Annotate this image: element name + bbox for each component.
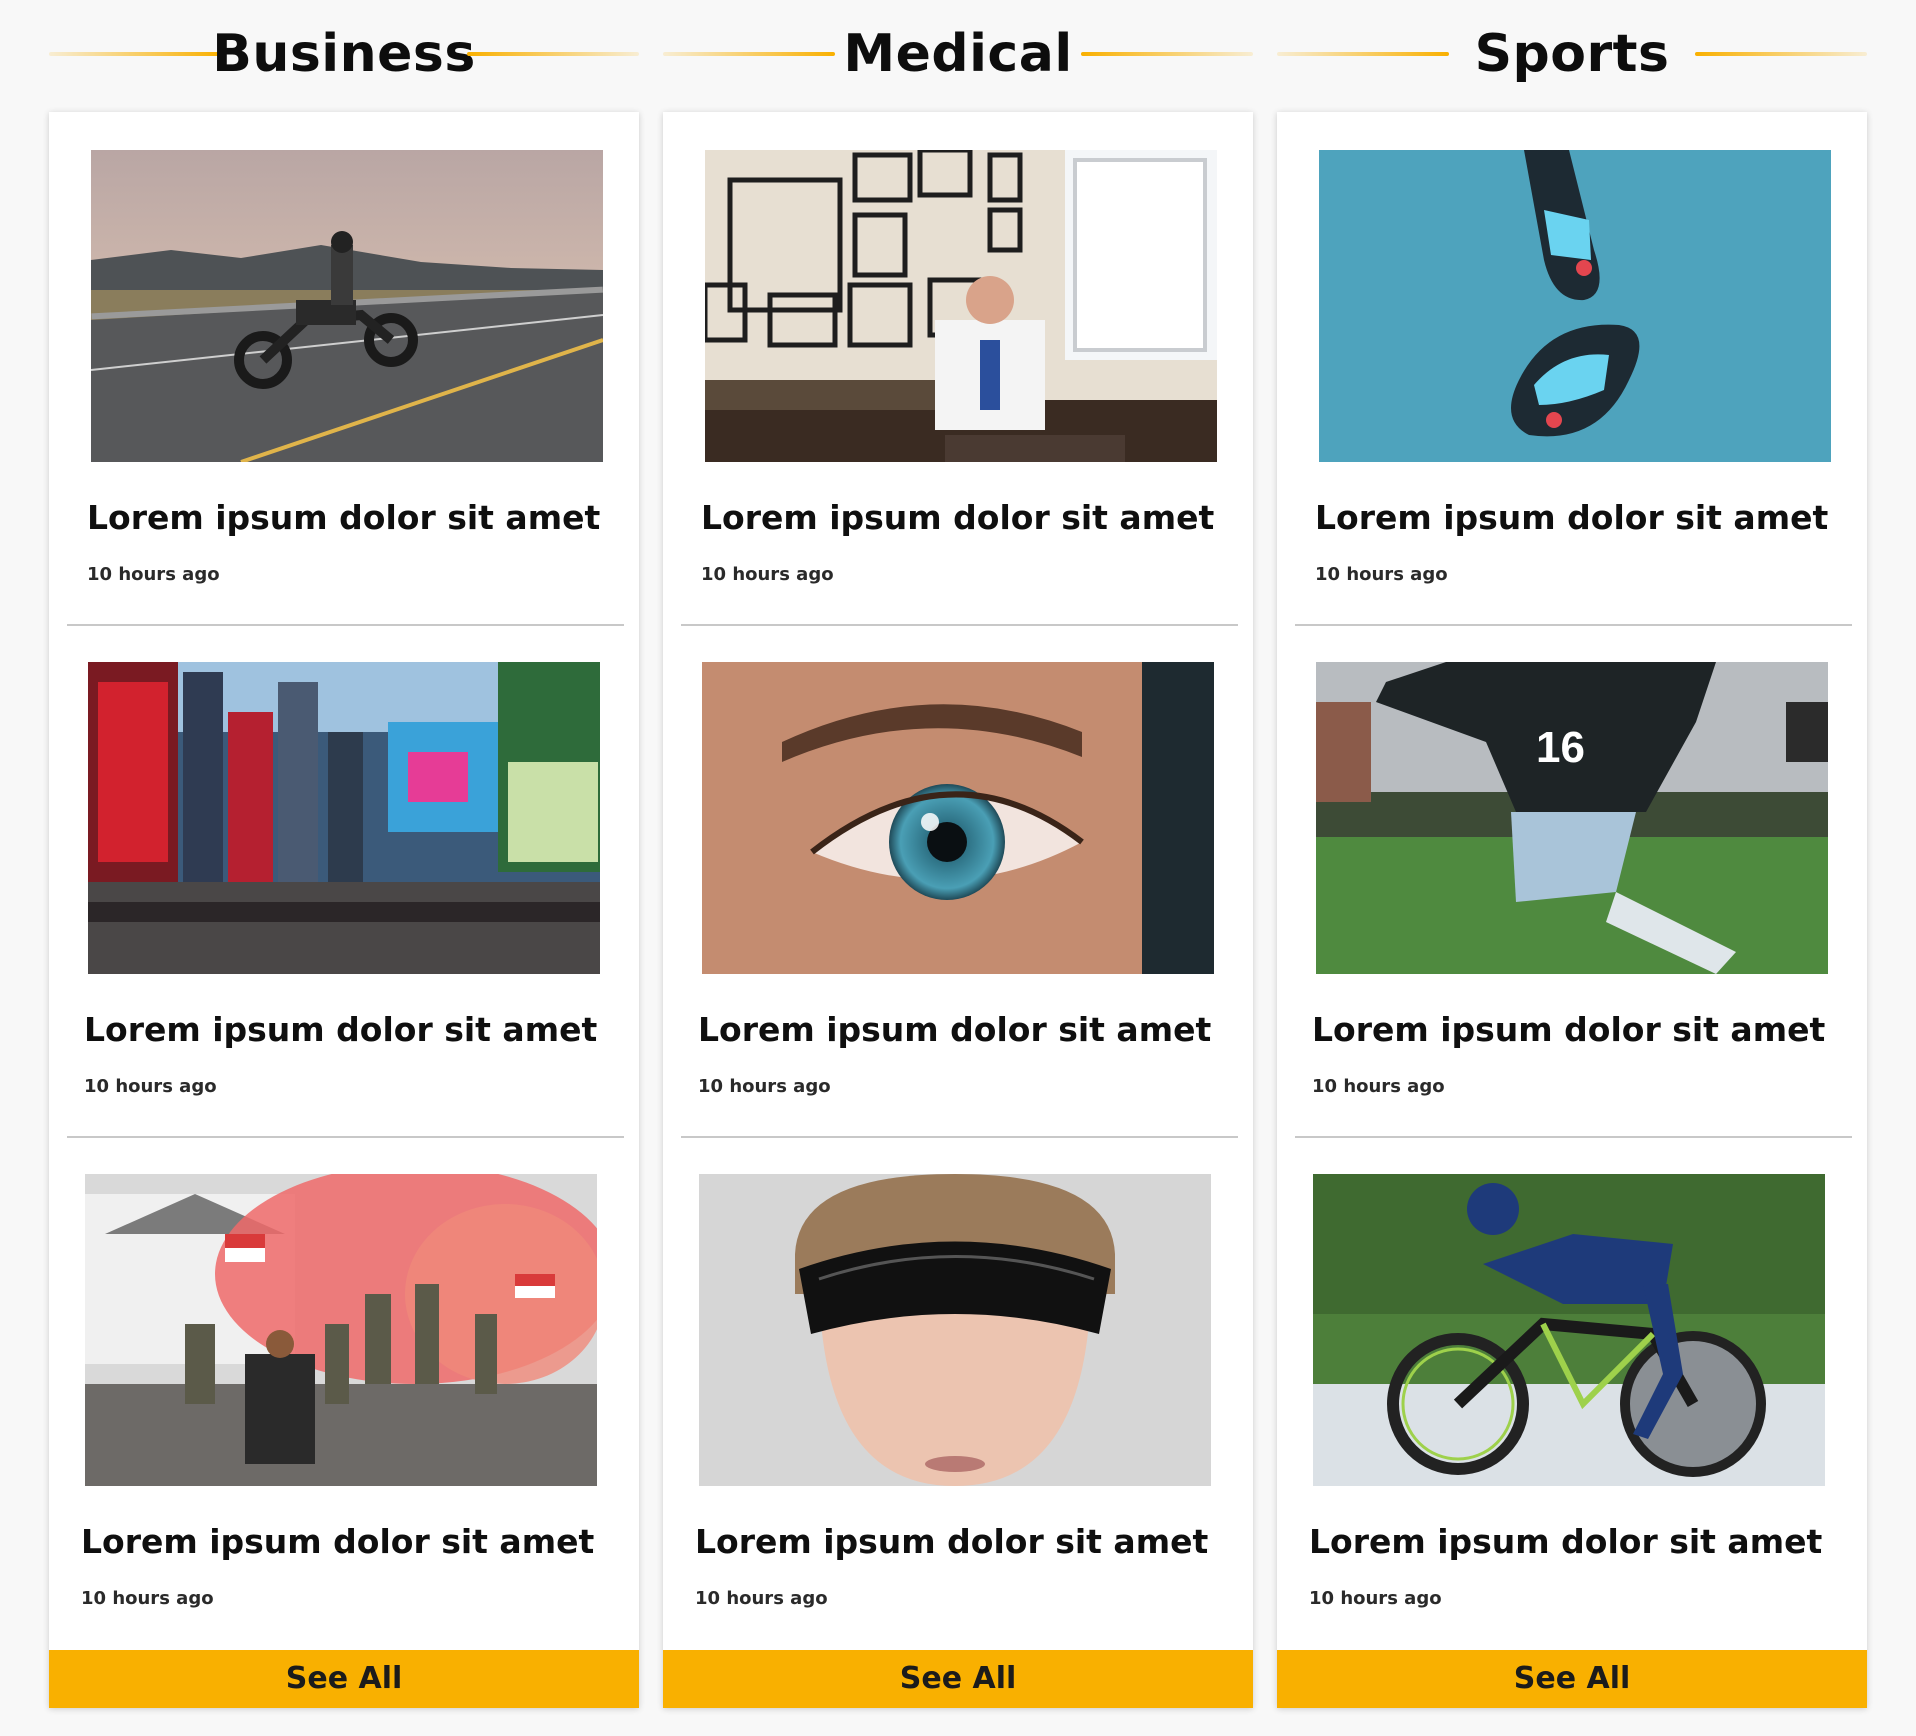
heading-rule-right [1695, 52, 1867, 56]
article-time: 10 hours ago [81, 1588, 214, 1609]
article-title[interactable]: Lorem ipsum dolor sit amet [698, 1010, 1218, 1050]
cyclist-image [1313, 1174, 1825, 1486]
article-image-cyclist[interactable] [1313, 1174, 1825, 1486]
soccer-player-image: 16 [1316, 662, 1828, 974]
article-image-city[interactable] [88, 662, 600, 974]
category-card: Lorem ipsum dolor sit amet 10 hours ago [663, 112, 1253, 1708]
see-all-button[interactable]: See All [663, 1650, 1253, 1708]
article-item[interactable]: 16 Lorem ipsum dolor sit amet 10 hours a… [1277, 662, 1867, 1174]
article-time: 10 hours ago [84, 1076, 217, 1097]
article-time: 10 hours ago [1312, 1076, 1445, 1097]
news-categories-page: Business Lorem ipsum dolor sit amet 10 h… [0, 0, 1916, 1736]
article-title[interactable]: Lorem ipsum dolor sit amet [695, 1522, 1215, 1562]
article-time: 10 hours ago [698, 1076, 831, 1097]
article-divider [67, 1136, 624, 1138]
article-time: 10 hours ago [1315, 564, 1448, 585]
article-time: 10 hours ago [695, 1588, 828, 1609]
article-divider [681, 1136, 1238, 1138]
article-divider [67, 624, 624, 626]
article-image-soccer[interactable]: 16 [1316, 662, 1828, 974]
article-title[interactable]: Lorem ipsum dolor sit amet [701, 498, 1221, 538]
heading-rule-right [1081, 52, 1253, 56]
article-image-eye[interactable] [702, 662, 1214, 974]
jersey-number: 16 [1536, 723, 1585, 772]
motorcycle-road-image [91, 150, 603, 462]
article-item[interactable]: Lorem ipsum dolor sit amet 10 hours ago [663, 1174, 1253, 1686]
article-title[interactable]: Lorem ipsum dolor sit amet [81, 1522, 601, 1562]
article-item[interactable]: Lorem ipsum dolor sit amet 10 hours ago [49, 1174, 639, 1686]
football-boots-image [1319, 150, 1831, 462]
article-title[interactable]: Lorem ipsum dolor sit amet [1315, 498, 1835, 538]
article-divider [1295, 624, 1852, 626]
category-heading: Business [49, 0, 639, 112]
article-image-visor[interactable] [699, 1174, 1211, 1486]
article-image-soldiers[interactable] [85, 1174, 597, 1486]
eye-closeup-image [702, 662, 1214, 974]
article-image-boots[interactable] [1319, 150, 1831, 462]
article-item[interactable]: Lorem ipsum dolor sit amet 10 hours ago [663, 662, 1253, 1174]
article-title[interactable]: Lorem ipsum dolor sit amet [87, 498, 607, 538]
city-billboards-image [88, 662, 600, 974]
doctor-office-image [705, 150, 1217, 462]
article-title[interactable]: Lorem ipsum dolor sit amet [1312, 1010, 1832, 1050]
article-image-doctor[interactable] [705, 150, 1217, 462]
article-item[interactable]: Lorem ipsum dolor sit amet 10 hours ago [663, 150, 1253, 662]
article-item[interactable]: Lorem ipsum dolor sit amet 10 hours ago [49, 662, 639, 1174]
heading-rule-right [467, 52, 639, 56]
category-column-sports: Sports Lorem ipsum dolor sit amet 10 hou… [1277, 0, 1867, 1708]
article-item[interactable]: Lorem ipsum dolor sit amet 10 hours ago [1277, 1174, 1867, 1686]
article-title[interactable]: Lorem ipsum dolor sit amet [84, 1010, 604, 1050]
category-column-business: Business Lorem ipsum dolor sit amet 10 h… [49, 0, 639, 1708]
category-heading: Sports [1277, 0, 1867, 112]
article-image-motorcycle[interactable] [91, 150, 603, 462]
category-card: Lorem ipsum dolor sit amet 10 hours ago … [1277, 112, 1867, 1708]
category-column-medical: Medical Lorem ipsum dolor sit amet 10 ho… [663, 0, 1253, 1708]
category-heading: Medical [663, 0, 1253, 112]
article-item[interactable]: Lorem ipsum dolor sit amet 10 hours ago [49, 150, 639, 662]
article-divider [681, 624, 1238, 626]
see-all-button[interactable]: See All [1277, 1650, 1867, 1708]
see-all-button[interactable]: See All [49, 1650, 639, 1708]
woman-visor-image [699, 1174, 1211, 1486]
article-title[interactable]: Lorem ipsum dolor sit amet [1309, 1522, 1829, 1562]
category-card: Lorem ipsum dolor sit amet 10 hours ago [49, 112, 639, 1708]
article-time: 10 hours ago [701, 564, 834, 585]
article-time: 10 hours ago [87, 564, 220, 585]
article-item[interactable]: Lorem ipsum dolor sit amet 10 hours ago [1277, 150, 1867, 662]
article-divider [1295, 1136, 1852, 1138]
soldiers-smoke-image [85, 1174, 597, 1486]
article-time: 10 hours ago [1309, 1588, 1442, 1609]
